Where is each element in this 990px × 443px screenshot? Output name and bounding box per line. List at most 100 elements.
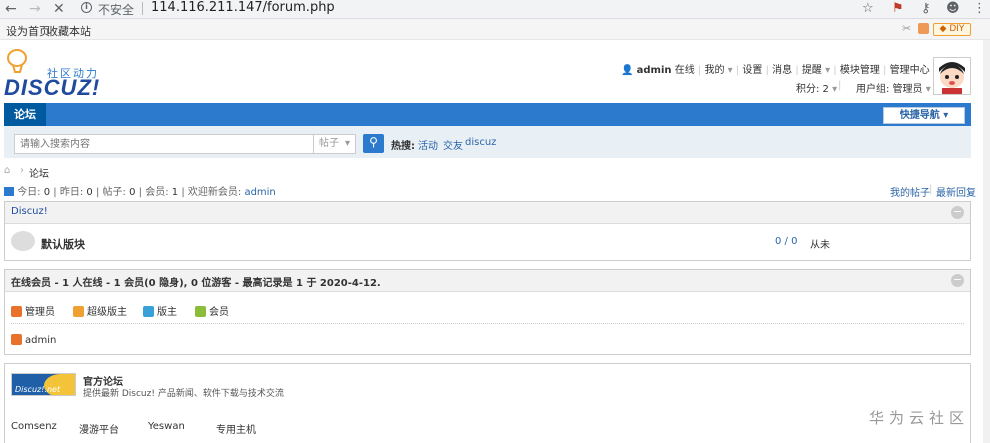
breadcrumb-current[interactable]: 论坛 (29, 165, 49, 180)
avatar[interactable] (933, 57, 971, 95)
divider: | (929, 184, 933, 195)
stats-icon (4, 187, 14, 196)
user-menu: 👤 admin 在线 | 我的 ▾ | 设置 | 消息 | 提醒 ▾ | 模块管… (621, 61, 959, 76)
theme-icon[interactable] (918, 23, 929, 34)
online-status: 在线 (674, 65, 695, 76)
newest-member-link[interactable]: admin (244, 187, 275, 198)
yesterday-value: 0 (86, 187, 93, 198)
info-icon[interactable]: i (81, 2, 92, 13)
forum-row: 默认版块 0 / 0 从未 (5, 224, 970, 260)
link-comsenz[interactable]: Comsenz (11, 421, 57, 432)
divider: | (838, 80, 842, 91)
search-type-select[interactable]: 帖子 ▾ (314, 134, 356, 154)
settings-link[interactable]: 设置 (742, 65, 762, 76)
quick-nav-label: 快捷导航 (899, 110, 940, 121)
hot-search-label: 热搜: (391, 141, 415, 152)
link-roaming[interactable]: 漫游平台 (79, 421, 119, 436)
online-panel: 在线会员 - 1 人在线 - 1 会员(0 隐身), 0 位游客 - 最高记录是… (4, 269, 971, 355)
mod-user-icon (143, 306, 154, 317)
module-admin-link[interactable]: 模块管理 (840, 65, 880, 76)
online-header: 在线会员 - 1 人在线 - 1 会员(0 隐身), 0 位游客 - 最高记录是… (5, 270, 970, 292)
hot-tag-activity[interactable]: 活动 (418, 137, 438, 152)
online-user[interactable]: admin (11, 334, 56, 346)
bookmark-link[interactable]: 收藏本站 (47, 23, 91, 39)
online-title: 在线会员 - 1 人在线 - 1 会员(0 隐身), 0 位游客 - 最高记录是… (11, 278, 381, 289)
divider (142, 2, 143, 15)
username-link[interactable]: admin (637, 65, 672, 76)
forum-stats: 今日: 0 | 昨日: 0 | 帖子: 0 | 会员: 1 | 欢迎新会员: a… (4, 183, 276, 198)
search-button[interactable]: ⚲ (363, 134, 384, 153)
points-label: 积分: 2 (796, 84, 829, 95)
yesterday-label: 昨日: (59, 187, 84, 198)
close-icon[interactable]: ✕ (53, 1, 65, 17)
forum-bubble-icon (11, 231, 35, 251)
admin-user-icon (11, 306, 22, 317)
posts-label: 帖子: (102, 187, 126, 198)
category-panel: Discuz! − 默认版块 0 / 0 从未 (4, 201, 971, 261)
legend-mod: 版主 (143, 303, 177, 318)
search-input[interactable] (14, 134, 314, 154)
site-topbar: 设为首页 收藏本站 ✂ ◆ DIY (0, 19, 990, 40)
main-nav (4, 103, 971, 126)
account-icon[interactable]: ☻ (946, 1, 960, 16)
user-icon: 👤 (621, 65, 634, 76)
welcome-label: 欢迎新会员: (187, 187, 242, 198)
legend-mod-label: 版主 (157, 307, 177, 318)
watermark: 华为云社区 (869, 409, 970, 427)
quick-nav-button[interactable]: 快捷导航 ▾ (883, 107, 965, 124)
breadcrumb-separator: › (20, 165, 24, 176)
key-icon[interactable]: ⚷ (921, 1, 931, 16)
usergroup-label: 用户组: 管理员 (856, 84, 923, 95)
legend-member: 会员 (195, 303, 229, 318)
latest-replies-link[interactable]: 最新回复 (936, 184, 976, 199)
reminders-menu[interactable]: 提醒 (802, 65, 822, 76)
legend-admin: 管理员 (11, 303, 55, 318)
legend-supermod: 超级版主 (73, 303, 127, 318)
logo-bulb-icon (7, 49, 27, 73)
set-homepage-link[interactable]: 设为首页 (6, 23, 50, 39)
collapse-icon[interactable]: − (951, 206, 964, 219)
points-menu[interactable]: 积分: 2 ▾ (796, 80, 837, 95)
last-post: 从未 (810, 240, 830, 251)
my-posts-link[interactable]: 我的帖子 (890, 184, 930, 199)
messages-link[interactable]: 消息 (772, 65, 792, 76)
hot-tag-discuz[interactable]: discuz (465, 137, 496, 148)
tools-icon[interactable]: ✂ (902, 22, 911, 35)
banner-text: Discuz!.net (15, 385, 61, 394)
today-value: 0 (43, 187, 51, 198)
link-yeswan[interactable]: Yeswan (148, 421, 185, 432)
forward-icon[interactable]: → (29, 1, 41, 17)
divider (11, 323, 964, 324)
my-menu[interactable]: 我的 (704, 65, 724, 76)
category-title[interactable]: Discuz! (11, 206, 48, 217)
members-label: 会员: (145, 187, 169, 198)
avatar-face-icon (939, 62, 965, 94)
address-bar[interactable]: i 不安全 114.116.211.147/forum.php (78, 0, 868, 18)
usergroup-menu[interactable]: 用户组: 管理员 ▾ (856, 80, 931, 95)
hot-tag-friends[interactable]: 交友 (443, 137, 463, 152)
collapse-icon[interactable]: − (951, 274, 964, 287)
online-username: admin (25, 335, 57, 346)
admin-user-icon (11, 334, 22, 345)
pdf-extension-icon[interactable]: ⚑ (892, 1, 904, 16)
tab-forum[interactable]: 论坛 (4, 103, 46, 126)
legend-supermod-label: 超级版主 (87, 307, 127, 318)
admin-center-link[interactable]: 管理中心 (890, 65, 930, 76)
link-hosting[interactable]: 专用主机 (216, 421, 256, 436)
forum-name[interactable]: 默认版块 (41, 236, 85, 252)
legend-admin-label: 管理员 (25, 307, 55, 318)
search-type-label: 帖子 (319, 138, 339, 149)
home-icon[interactable]: ⌂ (4, 165, 10, 176)
url-text[interactable]: 114.116.211.147/forum.php (151, 0, 335, 15)
scrollbar[interactable] (983, 40, 990, 443)
insecure-label: 不安全 (98, 3, 135, 17)
search-icon: ⚲ (369, 135, 378, 149)
star-icon[interactable]: ☆ (862, 1, 874, 16)
back-icon[interactable]: ← (5, 1, 17, 17)
more-menu-icon[interactable]: ⋮ (973, 1, 986, 16)
site-logo[interactable]: DISCUZ! (4, 75, 100, 101)
diy-label: DIY (949, 24, 965, 34)
supermod-user-icon (73, 306, 84, 317)
discuz-banner[interactable]: Discuz!.net (11, 373, 76, 396)
diy-button[interactable]: ◆ DIY (933, 23, 971, 36)
